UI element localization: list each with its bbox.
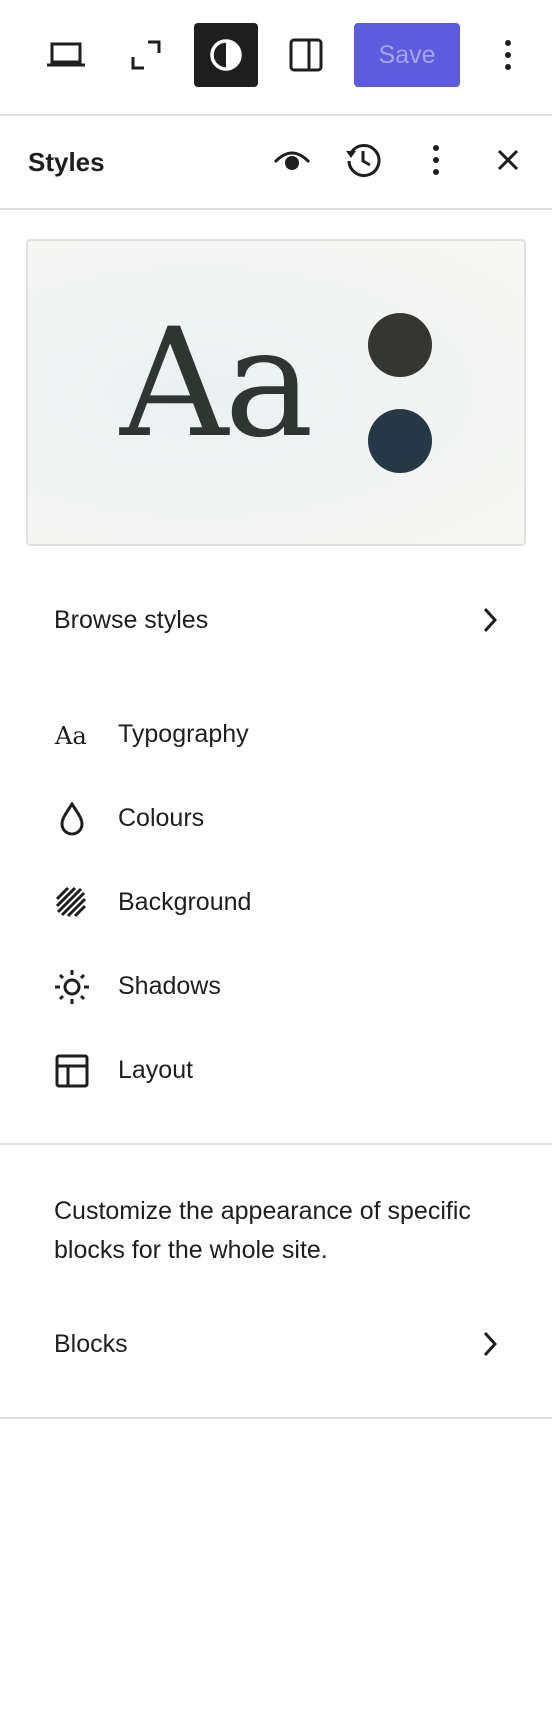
vertical-ellipsis-icon <box>504 39 512 71</box>
svg-text:Aa: Aa <box>54 721 87 750</box>
sidebar-icon <box>289 38 323 72</box>
colours-item[interactable]: Colours <box>26 787 526 851</box>
layout-item[interactable]: Layout <box>26 1039 526 1103</box>
settings-sidebar-button[interactable] <box>274 23 338 87</box>
browse-styles-label: Browse styles <box>54 605 209 634</box>
shadows-label: Shadows <box>118 972 221 1000</box>
typography-label: Typography <box>118 720 249 748</box>
styles-toggle-button[interactable] <box>194 23 258 87</box>
droplet-icon <box>54 801 90 837</box>
eye-icon <box>273 148 311 177</box>
style-preview-card[interactable]: Aa <box>26 239 526 546</box>
contrast-icon <box>208 37 244 73</box>
sun-icon <box>54 969 90 1005</box>
section-divider <box>0 1417 552 1419</box>
blocks-description: Customize the appearance of specific blo… <box>54 1197 471 1264</box>
history-icon <box>344 141 382 184</box>
revisions-button[interactable] <box>339 138 387 186</box>
fullscreen-button[interactable] <box>114 23 178 87</box>
close-icon <box>496 148 520 177</box>
chevron-right-icon <box>482 606 498 639</box>
browse-styles-item[interactable]: Browse styles <box>26 588 526 652</box>
colours-label: Colours <box>118 804 205 832</box>
styles-panel-header: Styles <box>0 116 552 210</box>
blocks-item[interactable]: Blocks <box>26 1312 526 1376</box>
palette-swatch-secondary <box>368 409 432 473</box>
blocks-label: Blocks <box>54 1329 128 1358</box>
background-item[interactable]: Background <box>26 871 526 935</box>
background-icon <box>54 885 90 921</box>
typography-item[interactable]: Aa Typography <box>26 703 526 767</box>
section-divider <box>0 1143 552 1145</box>
laptop-icon <box>46 40 86 70</box>
palette-swatch-primary <box>368 313 432 377</box>
shadows-item[interactable]: Shadows <box>26 955 526 1019</box>
styles-more-button[interactable] <box>412 138 460 186</box>
panel-title: Styles <box>28 147 105 177</box>
device-preview-button[interactable] <box>34 23 98 87</box>
fullscreen-icon <box>130 39 162 71</box>
vertical-ellipsis-icon <box>432 144 440 181</box>
preview-sample-text: Aa <box>120 297 314 471</box>
typography-icon: Aa <box>54 717 90 753</box>
close-panel-button[interactable] <box>484 138 532 186</box>
options-menu-button[interactable] <box>476 23 540 87</box>
layout-label: Layout <box>118 1056 194 1084</box>
editor-toolbar: Save <box>0 0 552 116</box>
style-book-button[interactable] <box>268 138 316 186</box>
chevron-right-icon <box>482 1330 498 1363</box>
save-button[interactable]: Save <box>354 23 460 87</box>
layout-icon <box>54 1053 90 1089</box>
background-label: Background <box>118 888 252 916</box>
